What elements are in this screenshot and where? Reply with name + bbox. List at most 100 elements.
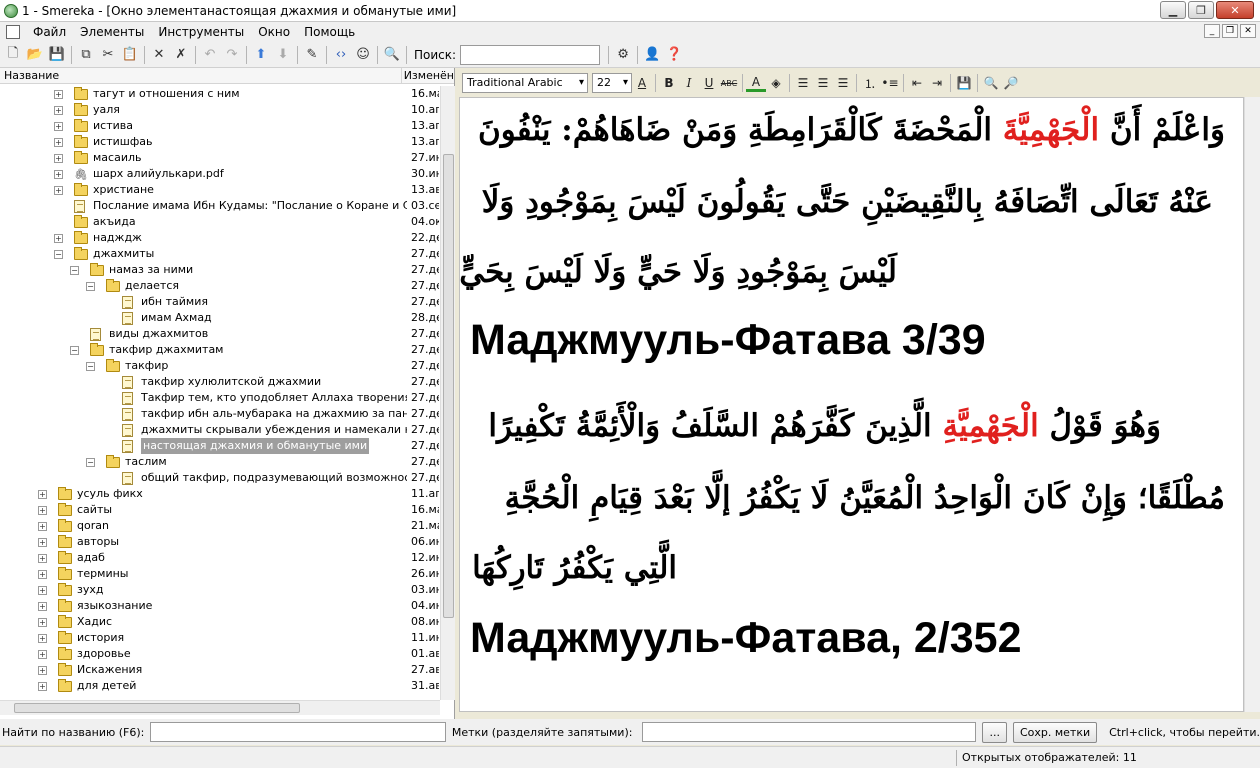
tree-folder-row[interactable]: + усуль фикх 11.ап xyxy=(0,486,440,502)
find-by-name-input[interactable] xyxy=(150,722,446,742)
tree-folder-row[interactable]: + истишфаь 13.ап xyxy=(0,134,440,150)
expand-icon[interactable]: + xyxy=(54,170,63,179)
column-name[interactable]: Название xyxy=(0,68,402,83)
tree-folder-row[interactable]: + история 11.ин xyxy=(0,630,440,646)
new-icon[interactable]: 🗋 xyxy=(2,44,24,66)
tree-folder-row[interactable]: + истива 13.ап xyxy=(0,118,440,134)
tags-input[interactable] xyxy=(642,722,977,742)
collapse-icon[interactable]: − xyxy=(70,266,79,275)
collapse-icon[interactable]: − xyxy=(86,458,95,467)
highlight-icon[interactable]: ◈ xyxy=(766,73,786,93)
tree-item-row[interactable]: имам Ахмад 28.де xyxy=(0,310,440,326)
tree-folder-row[interactable]: + адаб 12.ин xyxy=(0,550,440,566)
find-icon[interactable]: 🔍 xyxy=(381,44,403,66)
tree-item-row[interactable]: такфир ибн аль-мубарака на джахмию за па… xyxy=(0,406,440,422)
settings-gear-icon[interactable]: ⚙ xyxy=(612,44,634,66)
copy-icon[interactable]: ⧉ xyxy=(75,44,97,66)
mdi-close-button[interactable]: ✕ xyxy=(1240,24,1256,38)
tree-folder-row[interactable]: акъида 04.ок xyxy=(0,214,440,230)
expand-icon[interactable]: + xyxy=(54,106,63,115)
restore-button[interactable]: ❐ xyxy=(1188,1,1214,19)
expand-icon[interactable]: + xyxy=(54,234,63,243)
outdent-icon[interactable]: ⇤ xyxy=(907,73,927,93)
save-icon[interactable]: 💾 xyxy=(46,44,68,66)
tree-folder-row[interactable]: + qoran 21.ма xyxy=(0,518,440,534)
tree-item-row[interactable]: виды джахмитов 27.де xyxy=(0,326,440,342)
menu-file[interactable]: Файл xyxy=(26,22,73,42)
undo-icon[interactable]: ↶ xyxy=(199,44,221,66)
expand-icon[interactable]: + xyxy=(38,666,47,675)
edit-icon[interactable]: ✎ xyxy=(301,44,323,66)
bold-icon[interactable]: B xyxy=(659,73,679,93)
tree-item-row[interactable]: настоящая джахмия и обманутые ими 27.де xyxy=(0,438,440,454)
column-changed[interactable]: Изменён xyxy=(402,68,454,83)
tree-folder-row[interactable]: + Хадис 08.ин xyxy=(0,614,440,630)
tree-item-row[interactable]: ибн таймия 27.де xyxy=(0,294,440,310)
close-button[interactable]: ✕ xyxy=(1216,1,1254,19)
collapse-icon[interactable]: − xyxy=(86,362,95,371)
numbered-list-icon[interactable]: ⒈ xyxy=(860,73,880,93)
help-icon[interactable]: ❓ xyxy=(663,44,685,66)
tree-folder-row[interactable]: + языкознание 04.ин xyxy=(0,598,440,614)
expand-icon[interactable]: + xyxy=(54,90,63,99)
scroll-thumb[interactable] xyxy=(443,154,454,618)
strikethrough-icon[interactable]: ABC xyxy=(719,73,739,93)
tree-folder-row[interactable]: + тагут и отношения с ним 16.ма xyxy=(0,86,440,102)
expand-icon[interactable]: + xyxy=(38,522,47,531)
tree-folder-row[interactable]: + надждж 22.де xyxy=(0,230,440,246)
tree-item-row[interactable]: такфир хулюлитской джахмии 27.де xyxy=(0,374,440,390)
menu-tools[interactable]: Инструменты xyxy=(151,22,251,42)
expand-icon[interactable]: + xyxy=(38,650,47,659)
user-icon[interactable]: 👤 xyxy=(641,44,663,66)
font-select[interactable]: Traditional Arabic xyxy=(462,73,588,93)
tree-folder-row[interactable]: + для детей 31.ав xyxy=(0,678,440,694)
move-up-icon[interactable]: ⬆ xyxy=(250,44,272,66)
expand-icon[interactable]: + xyxy=(38,634,47,643)
tree-folder-row[interactable]: + здоровье 01.ав xyxy=(0,646,440,662)
tree-folder-row[interactable]: + Искажения 27.ав xyxy=(0,662,440,678)
expand-icon[interactable]: + xyxy=(38,586,47,595)
editor-vertical-scrollbar[interactable] xyxy=(1244,97,1260,712)
menu-window[interactable]: Окно xyxy=(251,22,297,42)
tree-folder-row[interactable]: + сайты 16.ма xyxy=(0,502,440,518)
collapse-icon[interactable]: − xyxy=(54,250,63,259)
tree-horizontal-scrollbar[interactable] xyxy=(0,700,440,715)
collapse-icon[interactable]: − xyxy=(70,346,79,355)
indent-icon[interactable]: ⇥ xyxy=(927,73,947,93)
size-select[interactable]: 22 xyxy=(592,73,632,93)
underline-icon[interactable]: U xyxy=(699,73,719,93)
expand-icon[interactable]: + xyxy=(38,490,47,499)
redo-icon[interactable]: ↷ xyxy=(221,44,243,66)
tree-view[interactable]: +тагут и отношения с ним16.ма+уаля10.ап+… xyxy=(0,86,440,700)
tree-folder-row[interactable]: − такфир 27.де xyxy=(0,358,440,374)
tree-folder-row[interactable]: − делается 27.де xyxy=(0,278,440,294)
save-text-icon[interactable]: 💾 xyxy=(954,73,974,93)
expand-icon[interactable]: + xyxy=(54,154,63,163)
menu-help[interactable]: Помощь xyxy=(297,22,362,42)
expand-icon[interactable]: + xyxy=(54,138,63,147)
document-icon[interactable] xyxy=(6,25,20,39)
replace-text-icon[interactable]: 🔎 xyxy=(1001,73,1021,93)
tree-item-row[interactable]: + 🖇 шарх алийулькари.pdf 30.ин xyxy=(0,166,440,182)
expand-icon[interactable]: + xyxy=(38,570,47,579)
clear-format-icon[interactable]: A xyxy=(632,73,652,93)
expand-icon[interactable]: + xyxy=(54,186,63,195)
expand-icon[interactable]: + xyxy=(38,538,47,547)
bullet-list-icon[interactable]: •≡ xyxy=(880,73,900,93)
scroll-thumb[interactable] xyxy=(14,703,300,713)
tree-folder-row[interactable]: + зухд 03.ин xyxy=(0,582,440,598)
tree-folder-row[interactable]: − намаз за ними 27.де xyxy=(0,262,440,278)
find-text-icon[interactable]: 🔍 xyxy=(981,73,1001,93)
mdi-minimize-button[interactable]: _ xyxy=(1204,24,1220,38)
menu-elements[interactable]: Элементы xyxy=(73,22,151,42)
smiley-icon[interactable]: ☺ xyxy=(352,44,374,66)
text-editor[interactable]: وَاعْلَمْ أَنَّ الْجَهْمِيَّةَ الْمَحْضَ… xyxy=(459,97,1244,712)
align-right-icon[interactable]: ☰ xyxy=(833,73,853,93)
delete-all-icon[interactable]: ✗ xyxy=(170,44,192,66)
delete-icon[interactable]: ✕ xyxy=(148,44,170,66)
open-icon[interactable]: 📂 xyxy=(24,44,46,66)
save-tags-button[interactable]: Сохр. метки xyxy=(1012,721,1098,743)
source-icon[interactable]: ‹› xyxy=(330,44,352,66)
expand-icon[interactable]: + xyxy=(38,554,47,563)
tree-folder-row[interactable]: + масаиль 27.ин xyxy=(0,150,440,166)
